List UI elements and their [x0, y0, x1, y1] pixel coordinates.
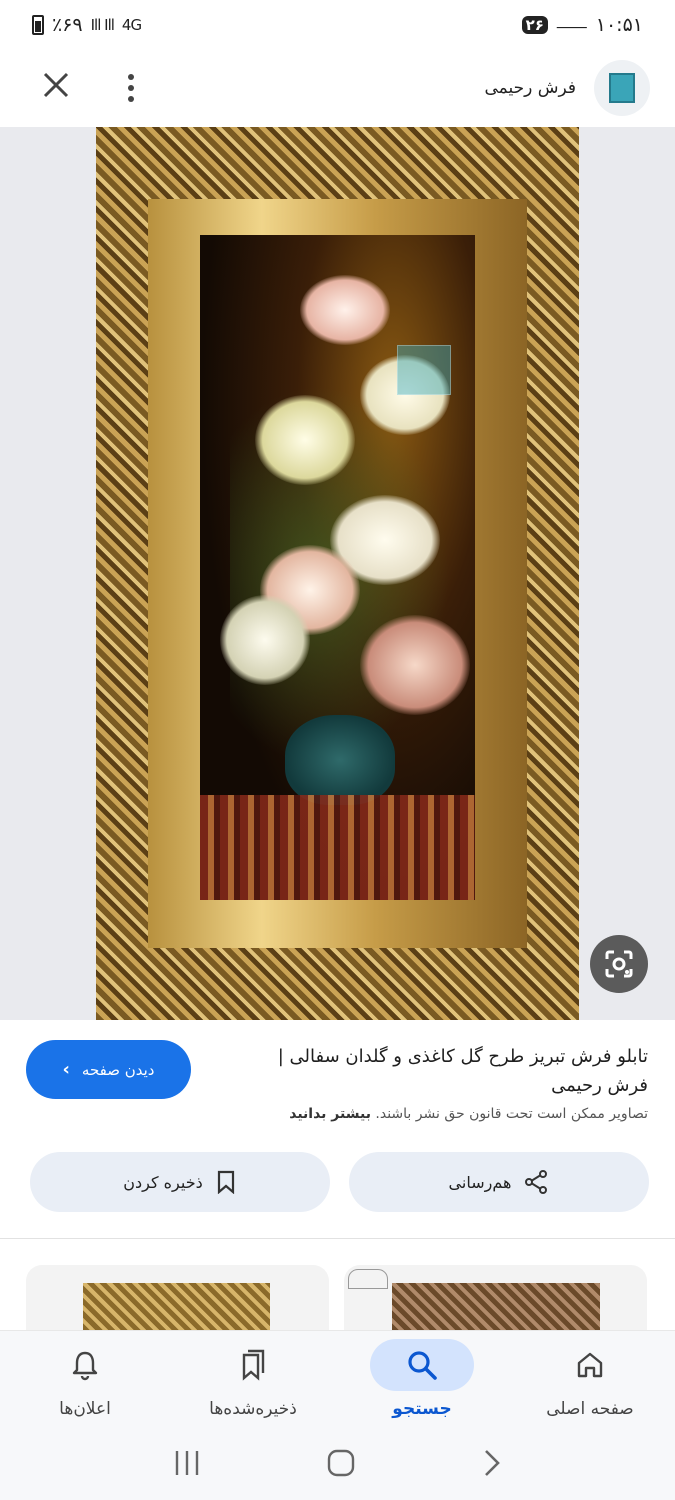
- related-images: [0, 1265, 675, 1330]
- site-name: فرش رحیمی: [484, 77, 576, 98]
- related-image-card[interactable]: [344, 1265, 647, 1330]
- image-viewer[interactable]: [0, 127, 675, 1020]
- nav-search[interactable]: جستجو: [342, 1339, 502, 1429]
- nav-saved-label: ذخیره‌شده‌ها: [209, 1399, 297, 1419]
- share-button[interactable]: هم‌رسانی: [349, 1152, 649, 1212]
- bookmark-icon: [217, 1170, 234, 1194]
- top-bar-actions: [42, 71, 134, 105]
- google-lens-icon[interactable]: [590, 935, 648, 993]
- tapestry-canvas: [200, 235, 475, 900]
- home-icon: [577, 1352, 603, 1378]
- bottom-navigation: صفحه اصلی جستجو ذخیره‌شده‌ها اعلان‌ها: [0, 1330, 675, 1430]
- network-type: 4G: [121, 16, 142, 34]
- dash-icon: ⸺: [555, 15, 588, 38]
- bookmarks-icon: [242, 1349, 265, 1381]
- copyright-text: تصاویر ممکن است تحت قانون حق نشر باشند.: [375, 1106, 648, 1122]
- nav-saved[interactable]: ذخیره‌شده‌ها: [173, 1339, 333, 1429]
- save-label: ذخیره کردن: [123, 1172, 203, 1192]
- image-title[interactable]: تابلو فرش تبریز طرح گل کاغذی و گلدان سفا…: [238, 1042, 648, 1100]
- learn-more-link[interactable]: بیشتر بدانید: [289, 1106, 371, 1122]
- nav-notifications[interactable]: اعلان‌ها: [5, 1339, 165, 1429]
- vase: [285, 715, 395, 805]
- visit-label: دیدن صفحه: [81, 1060, 155, 1079]
- related-image: [83, 1283, 270, 1330]
- status-bar: ٪۶۹ Ill Ill 4G ۲۶ ⸺ ۱۰:۵۱: [0, 0, 675, 50]
- more-vert-icon[interactable]: [128, 73, 134, 102]
- visit-page-button[interactable]: ‹ دیدن صفحه: [26, 1040, 191, 1099]
- back-icon[interactable]: [481, 1448, 503, 1482]
- framed-tapestry-image: [96, 127, 579, 1020]
- close-icon[interactable]: [42, 71, 70, 105]
- battery-icon: [32, 15, 44, 35]
- status-right: ۲۶ ⸺ ۱۰:۵۱: [521, 12, 643, 39]
- nav-search-label: جستجو: [392, 1399, 452, 1419]
- share-icon: [525, 1170, 548, 1194]
- nav-notifications-label: اعلان‌ها: [59, 1399, 111, 1419]
- copyright-notice: تصاویر ممکن است تحت قانون حق نشر باشند. …: [289, 1106, 648, 1122]
- clock: ۱۰:۵۱: [595, 14, 643, 36]
- signal-icon: Ill Ill: [90, 16, 115, 34]
- nav-home[interactable]: صفحه اصلی: [510, 1339, 670, 1429]
- bell-icon: [72, 1351, 98, 1381]
- battery-level: ٪۶۹: [52, 14, 83, 36]
- site-header[interactable]: فرش رحیمی: [484, 59, 650, 116]
- rug-detail: [200, 795, 475, 900]
- site-logo-icon: [594, 59, 650, 116]
- home-button-icon[interactable]: [326, 1448, 356, 1482]
- top-bar: فرش رحیمی: [0, 55, 675, 120]
- image-info-panel: تابلو فرش تبریز طرح گل کاغذی و گلدان سفا…: [0, 1020, 675, 1238]
- divider: [0, 1238, 675, 1239]
- thumbnail-logo-icon: [348, 1269, 388, 1289]
- related-image-card[interactable]: [26, 1265, 329, 1330]
- watermark-logo: [397, 345, 451, 395]
- nav-home-label: صفحه اصلی: [546, 1399, 634, 1419]
- recents-icon[interactable]: [172, 1449, 202, 1481]
- chevron-left-icon: ‹: [62, 1059, 70, 1080]
- system-navigation: [0, 1430, 675, 1500]
- calendar-badge: ۲۶: [521, 16, 548, 34]
- status-left: ٪۶۹ Ill Ill 4G: [32, 14, 142, 36]
- search-icon: [408, 1351, 437, 1380]
- share-label: هم‌رسانی: [448, 1172, 512, 1192]
- save-button[interactable]: ذخیره کردن: [30, 1152, 330, 1212]
- related-image: [392, 1283, 600, 1330]
